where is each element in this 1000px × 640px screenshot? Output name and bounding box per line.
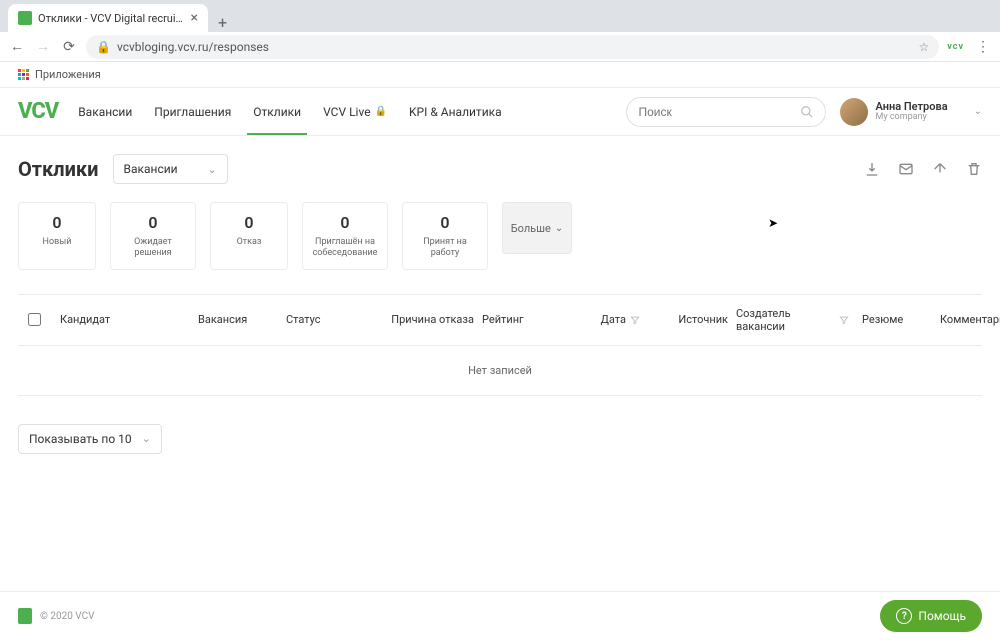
avatar bbox=[840, 98, 868, 126]
nav-vacancies[interactable]: Вакансии bbox=[78, 89, 132, 135]
lock-icon: 🔒 bbox=[96, 40, 111, 54]
search-box[interactable] bbox=[626, 97, 826, 127]
col-filter-resume[interactable] bbox=[834, 315, 854, 325]
footer: © 2020 VCV ? Помощь bbox=[0, 591, 1000, 640]
col-rating[interactable]: Рейтинг bbox=[482, 313, 552, 326]
user-menu[interactable]: Анна Петрова My company ⌄ bbox=[840, 98, 983, 126]
page-size-label: Показывать по 10 bbox=[29, 432, 132, 446]
col-resume[interactable]: Резюме bbox=[862, 313, 932, 326]
mail-button[interactable] bbox=[898, 161, 914, 177]
nav-vcv-live-label: VCV Live bbox=[323, 105, 370, 119]
chevron-down-icon: ⌄ bbox=[208, 163, 217, 176]
filter-icon[interactable] bbox=[839, 315, 849, 325]
pagination: Показывать по 10 ⌄ bbox=[18, 424, 982, 454]
browser-menu-icon[interactable]: ⋮ bbox=[974, 39, 992, 55]
col-date-label: Дата bbox=[601, 313, 626, 326]
copyright: © 2020 VCV bbox=[40, 611, 94, 622]
share-button[interactable] bbox=[932, 161, 948, 177]
bookmarks-bar: Приложения bbox=[0, 62, 1000, 88]
nav-responses[interactable]: Отклики bbox=[253, 89, 301, 135]
stat-label: Принят на работу bbox=[409, 237, 481, 259]
stat-label: Новый bbox=[25, 237, 89, 248]
favicon-icon bbox=[18, 11, 32, 25]
vacancy-filter-dropdown[interactable]: Вакансии ⌄ bbox=[113, 154, 228, 184]
app-header: VCV Вакансии Приглашения Отклики VCV Liv… bbox=[0, 88, 1000, 136]
col-creator[interactable]: Создатель вакансии bbox=[736, 307, 826, 333]
stat-count: 0 bbox=[217, 213, 281, 232]
col-comments[interactable]: Комментарии bbox=[940, 313, 1000, 326]
download-button[interactable] bbox=[864, 161, 880, 177]
nav-invitations[interactable]: Приглашения bbox=[154, 89, 231, 135]
extension-icon[interactable]: vcv bbox=[947, 42, 964, 52]
star-icon[interactable]: ☆ bbox=[918, 40, 929, 54]
table-header: Кандидат Вакансия Статус Причина отказа … bbox=[18, 295, 982, 345]
tab-title: Отклики - VCV Digital recruitm bbox=[38, 12, 185, 25]
page-size-dropdown[interactable]: Показывать по 10 ⌄ bbox=[18, 424, 162, 454]
chevron-down-icon: ⌄ bbox=[142, 432, 151, 445]
page-body: Отклики Вакансии ⌄ 0 Новый 0 О bbox=[0, 136, 1000, 472]
close-icon[interactable]: × bbox=[191, 10, 198, 26]
page-actions bbox=[864, 161, 982, 177]
chevron-down-icon: ⌄ bbox=[974, 106, 982, 117]
empty-state: Нет записей bbox=[18, 345, 982, 395]
page-title: Отклики bbox=[18, 157, 99, 181]
col-source[interactable]: Источник bbox=[648, 313, 728, 326]
stat-pending[interactable]: 0 Ожидает решения bbox=[110, 202, 196, 270]
bookmarks-apps-label[interactable]: Приложения bbox=[35, 68, 101, 81]
chevron-down-icon: ⌄ bbox=[555, 223, 563, 234]
browser-tab[interactable]: Отклики - VCV Digital recruitm × bbox=[8, 4, 208, 32]
nav-back-icon[interactable]: ← bbox=[8, 38, 26, 55]
nav-forward-icon[interactable]: → bbox=[34, 38, 52, 55]
browser-chrome: Отклики - VCV Digital recruitm × + ← → ⟳… bbox=[0, 0, 1000, 88]
help-icon: ? bbox=[896, 608, 912, 624]
stat-label: Отказ bbox=[217, 237, 281, 248]
url-field[interactable]: 🔒 vcvbloging.vcv.ru/responses ☆ bbox=[86, 35, 939, 59]
vacancy-filter-label: Вакансии bbox=[124, 162, 178, 176]
select-all-checkbox[interactable] bbox=[28, 313, 41, 326]
user-name: Анна Петрова bbox=[876, 101, 948, 113]
page-head: Отклики Вакансии ⌄ bbox=[18, 154, 982, 184]
apps-icon[interactable] bbox=[18, 69, 29, 80]
more-stats-button[interactable]: Больше ⌄ bbox=[502, 202, 572, 254]
stat-rejected[interactable]: 0 Отказ bbox=[210, 202, 288, 270]
more-label: Больше bbox=[511, 222, 551, 235]
stats-row: 0 Новый 0 Ожидает решения 0 Отказ 0 Приг… bbox=[18, 202, 982, 270]
footer-logo-icon bbox=[18, 608, 32, 624]
help-label: Помощь bbox=[918, 609, 966, 623]
col-reason[interactable]: Причина отказа bbox=[364, 313, 474, 326]
main-nav: Вакансии Приглашения Отклики VCV Live 🔒 … bbox=[78, 89, 501, 135]
search-input[interactable] bbox=[639, 105, 794, 119]
stat-count: 0 bbox=[25, 213, 89, 232]
new-tab-button[interactable]: + bbox=[208, 13, 237, 32]
stat-new[interactable]: 0 Новый bbox=[18, 202, 96, 270]
user-company: My company bbox=[876, 113, 948, 123]
col-candidate[interactable]: Кандидат bbox=[60, 313, 190, 326]
help-button[interactable]: ? Помощь bbox=[880, 600, 982, 632]
stat-count: 0 bbox=[409, 213, 481, 232]
stat-count: 0 bbox=[309, 213, 381, 232]
url-text: vcvbloging.vcv.ru/responses bbox=[117, 40, 269, 54]
nav-vcv-live[interactable]: VCV Live 🔒 bbox=[323, 89, 387, 135]
address-bar: ← → ⟳ 🔒 vcvbloging.vcv.ru/responses ☆ vc… bbox=[0, 32, 1000, 62]
search-icon[interactable] bbox=[800, 105, 814, 119]
logo[interactable]: VCV bbox=[18, 99, 58, 124]
responses-table: Кандидат Вакансия Статус Причина отказа … bbox=[18, 294, 982, 396]
stat-hired[interactable]: 0 Принят на работу bbox=[402, 202, 488, 270]
stat-count: 0 bbox=[117, 213, 189, 232]
stat-label: Ожидает решения bbox=[117, 237, 189, 259]
stat-invited[interactable]: 0 Приглашён на собеседование bbox=[302, 202, 388, 270]
tab-bar: Отклики - VCV Digital recruitm × + bbox=[0, 0, 1000, 32]
lock-icon: 🔒 bbox=[375, 106, 387, 117]
stat-label: Приглашён на собеседование bbox=[309, 237, 381, 259]
col-date[interactable]: Дата bbox=[560, 313, 640, 326]
nav-kpi[interactable]: KPI & Аналитика bbox=[409, 89, 502, 135]
col-status[interactable]: Статус bbox=[286, 313, 356, 326]
col-vacancy[interactable]: Вакансия bbox=[198, 313, 278, 326]
reload-icon[interactable]: ⟳ bbox=[60, 39, 78, 55]
delete-button[interactable] bbox=[966, 161, 982, 177]
filter-icon[interactable] bbox=[630, 315, 640, 325]
